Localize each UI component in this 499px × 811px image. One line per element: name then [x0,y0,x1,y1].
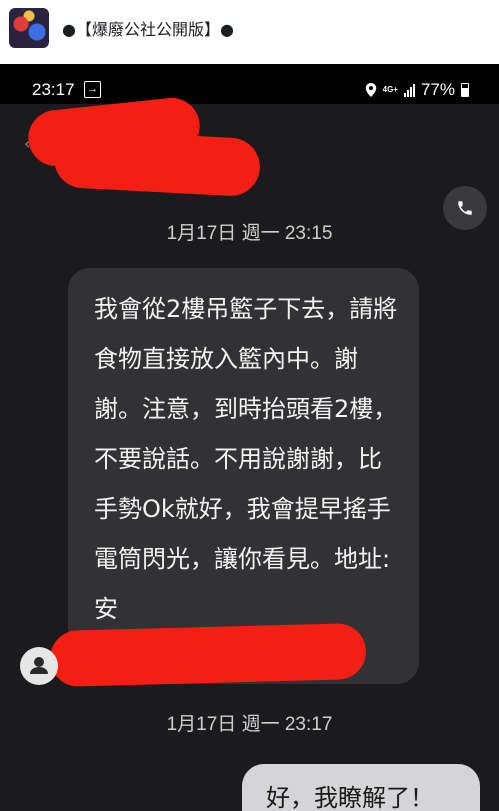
status-bar: 23:17 → 4G+ 77% [0,64,499,104]
network-type: 4G+ [382,85,398,94]
contact-avatar[interactable] [20,647,58,685]
outgoing-message-bubble[interactable]: 好，我瞭解了！ [242,764,480,811]
phone-screenshot: 23:17 → 4G+ 77% ‹ 1月17日 週一 23:15 我會從2樓吊籃… [0,64,499,811]
status-indicators: 4G+ 77% [365,80,469,100]
status-time: 23:17 [32,80,75,99]
incoming-message-text: 我會從2樓吊籃子下去，請將食物直接放入籃內中。謝謝。注意，到時抬頭看2樓，不要說… [94,295,398,623]
incoming-message-bubble[interactable]: 我會從2樓吊籃子下去，請將食物直接放入籃內中。謝謝。注意，到時抬頭看2樓，不要說… [68,268,419,684]
battery-percent: 77% [420,80,455,99]
redacted-address [49,622,367,688]
contact-avatar-icon [30,657,48,674]
group-name-link[interactable]: ●【爆廢公社公開版】● [62,16,234,40]
battery-icon [461,83,469,97]
redacted-contact-name-2 [52,128,262,198]
phone-icon [458,201,472,215]
outgoing-message-text: 好，我瞭解了！ [266,784,434,811]
location-icon [365,83,376,97]
cast-arrow-icon: → [84,81,101,98]
post-header: ●【爆廢公社公開版】● [0,0,499,58]
message-timestamp: 1月17日 週一 23:15 [166,223,333,244]
group-avatar[interactable] [9,8,49,48]
signal-icon [403,83,415,97]
message-timestamp: 1月17日 週一 23:17 [166,714,333,735]
